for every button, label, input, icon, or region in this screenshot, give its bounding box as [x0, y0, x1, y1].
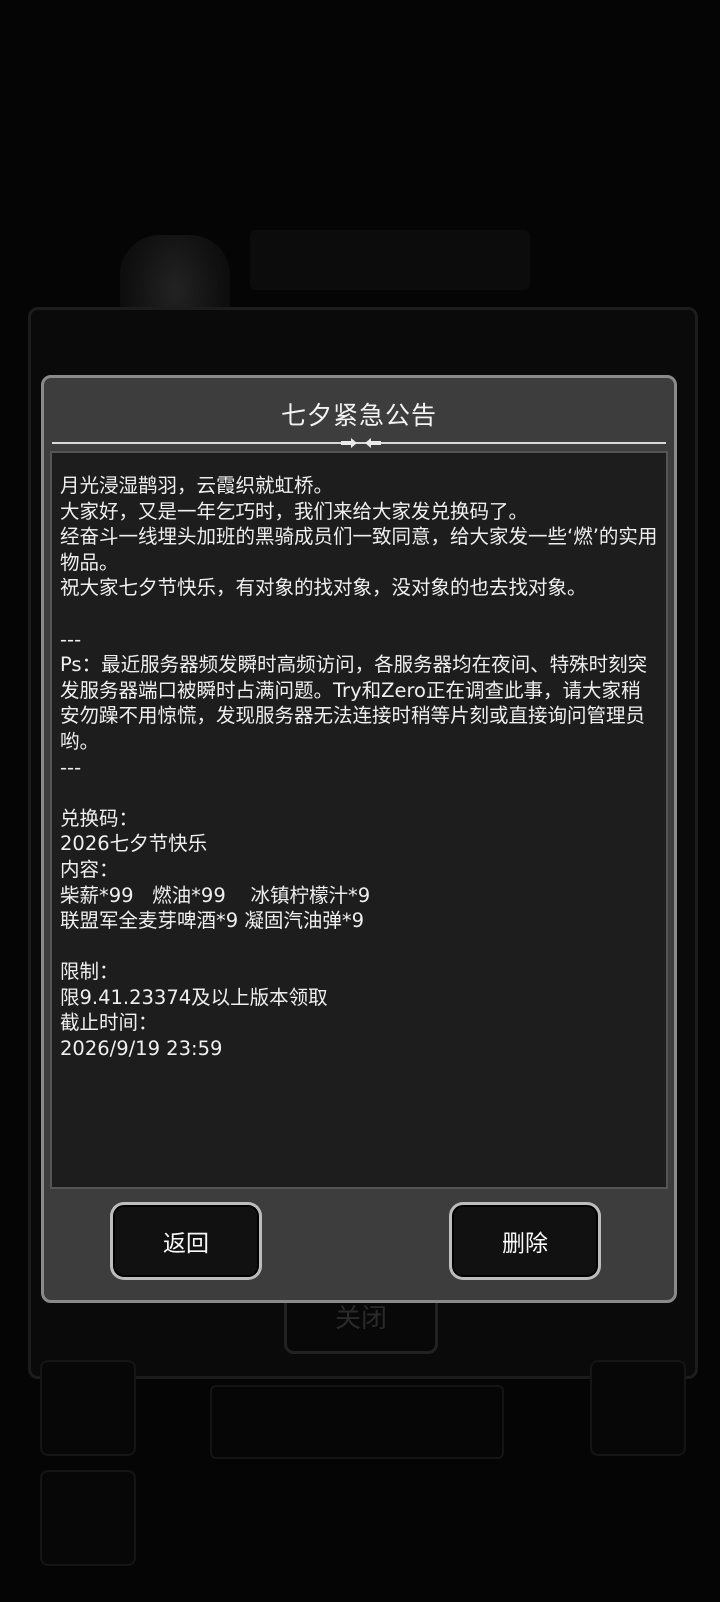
delete-button-frame: 删除	[449, 1202, 601, 1280]
delete-button[interactable]: 删除	[452, 1205, 598, 1277]
background-bar	[210, 1385, 504, 1459]
divider-arrows-icon	[341, 438, 381, 448]
back-button[interactable]: 返回	[113, 1205, 259, 1277]
background-tile	[590, 1360, 686, 1456]
announcement-content[interactable]: 月光浸湿鹊羽，云霞织就虹桥。 大家好，又是一年乞巧时，我们来给大家发兑换码了。 …	[50, 451, 668, 1189]
background-tile	[40, 1470, 136, 1566]
background-title	[250, 230, 530, 290]
background-tile	[40, 1360, 136, 1456]
back-button-frame: 返回	[110, 1202, 262, 1280]
announcement-dialog: 七夕紧急公告 月光浸湿鹊羽，云霞织就虹桥。 大家好，又是一年乞巧时，我们来给大家…	[41, 375, 677, 1303]
dialog-title: 七夕紧急公告	[280, 401, 437, 430]
